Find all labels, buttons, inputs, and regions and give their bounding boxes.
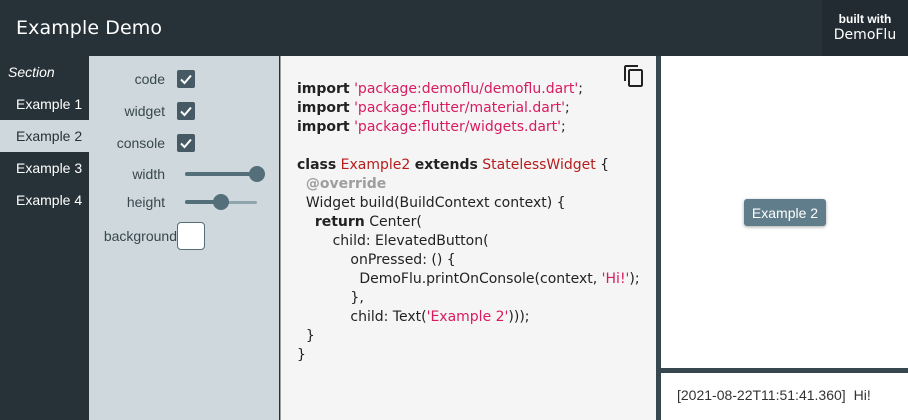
console-message: Hi! xyxy=(853,387,871,403)
slider-fill xyxy=(185,172,257,176)
nav-item-example-1[interactable]: Example 1 xyxy=(0,88,89,120)
nav-heading: Section xyxy=(8,64,55,80)
background-color-picker[interactable] xyxy=(177,222,205,250)
app-header: Example Demo built with DemoFlu xyxy=(0,0,908,56)
option-console: console xyxy=(89,134,279,152)
app-title: Example Demo xyxy=(16,17,163,39)
options-panel: code widget console width height backgro… xyxy=(89,56,279,420)
check-icon xyxy=(180,74,192,85)
code-line: } xyxy=(297,347,306,363)
option-background-label: background xyxy=(103,228,177,244)
option-background: background xyxy=(89,222,279,250)
widget-preview: Example 2 xyxy=(661,56,908,368)
nav-item-example-3[interactable]: Example 3 xyxy=(0,152,89,184)
brand-name: DemoFlu xyxy=(833,27,897,43)
option-width: width xyxy=(89,166,279,182)
option-width-label: width xyxy=(132,166,165,182)
option-console-label: console xyxy=(116,135,165,151)
height-slider[interactable] xyxy=(185,194,257,210)
brand-built-with: built with xyxy=(838,12,892,26)
code-line: DemoFlu.printOnConsole(context, 'Hi!'); xyxy=(359,271,640,287)
nav-item-example-2[interactable]: Example 2 xyxy=(0,120,89,152)
code-line: onPressed: () { xyxy=(350,252,456,268)
option-code-label: code xyxy=(134,71,165,87)
console-timestamp: [2021-08-22T11:51:41.360] xyxy=(677,387,846,403)
code-listing: import 'package:demoflu/demoflu.dart'; i… xyxy=(297,80,640,365)
option-widget-label: widget xyxy=(124,103,165,119)
option-height: height xyxy=(89,194,279,210)
option-height-label: height xyxy=(126,194,165,210)
code-line: } xyxy=(305,328,315,344)
code-line: class Example2 extends StatelessWidget { xyxy=(297,157,610,173)
code-line: @override xyxy=(305,176,387,192)
example-2-button[interactable]: Example 2 xyxy=(744,199,826,226)
brand-badge[interactable]: built with DemoFlu xyxy=(822,0,908,56)
code-line: child: ElevatedButton( xyxy=(332,233,489,249)
code-line: }, xyxy=(350,290,364,306)
code-line: child: Text('Example 2'))); xyxy=(350,309,530,325)
slider-thumb[interactable] xyxy=(213,194,229,210)
code-line: import 'package:flutter/widgets.dart'; xyxy=(297,119,566,135)
code-panel: import 'package:demoflu/demoflu.dart'; i… xyxy=(280,56,656,420)
widget-checkbox[interactable] xyxy=(177,102,195,120)
option-widget: widget xyxy=(89,102,279,120)
code-checkbox[interactable] xyxy=(177,70,195,88)
slider-thumb[interactable] xyxy=(249,166,265,182)
code-line: return Center( xyxy=(314,214,422,230)
code-line: Widget build(BuildContext context) { xyxy=(305,195,566,211)
console-checkbox[interactable] xyxy=(177,134,195,152)
console-output: [2021-08-22T11:51:41.360] Hi! xyxy=(661,373,908,420)
check-icon xyxy=(180,106,192,117)
section-nav: Section Example 1 Example 2 Example 3 Ex… xyxy=(0,56,89,420)
code-line: import 'package:flutter/material.dart'; xyxy=(297,100,570,116)
width-slider[interactable] xyxy=(185,166,265,182)
option-code: code xyxy=(89,70,279,88)
check-icon xyxy=(180,138,192,149)
nav-item-example-4[interactable]: Example 4 xyxy=(0,184,89,216)
code-line: import 'package:demoflu/demoflu.dart'; xyxy=(297,81,583,97)
